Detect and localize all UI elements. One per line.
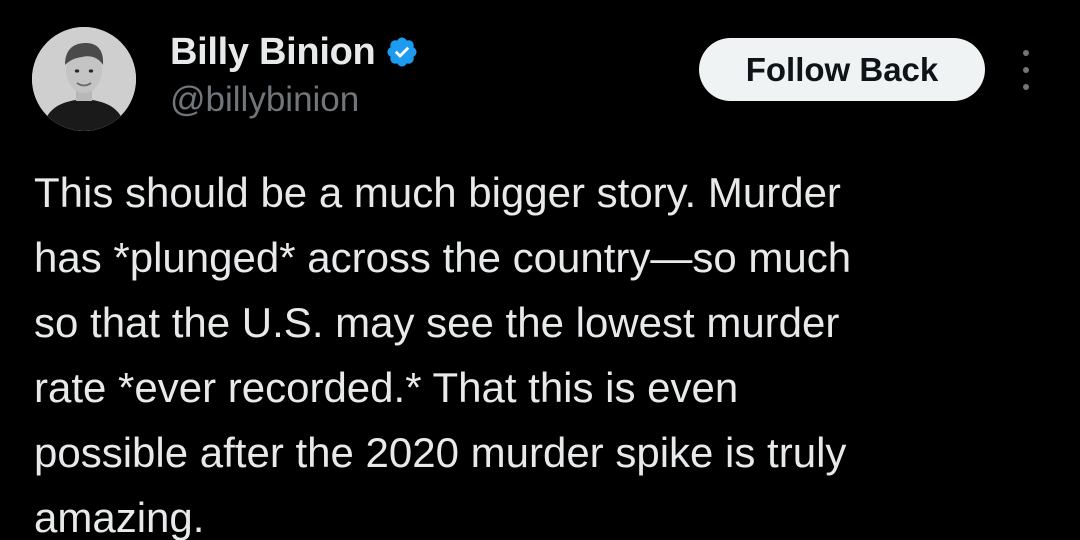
author-handle[interactable]: @billybinion xyxy=(170,80,359,120)
more-dot xyxy=(1023,50,1029,56)
tweet-text-line: amazing. xyxy=(34,494,205,540)
tweet-text-line: This should be a much bigger story. Murd… xyxy=(34,169,841,216)
author-display-name[interactable]: Billy Binion xyxy=(170,31,376,74)
verified-badge-icon xyxy=(385,35,419,69)
avatar[interactable] xyxy=(32,27,136,131)
follow-back-button[interactable]: Follow Back xyxy=(699,38,985,101)
tweet-text-line: possible after the 2020 murder spike is … xyxy=(34,429,847,476)
more-dot xyxy=(1023,67,1029,73)
avatar-photo xyxy=(32,27,136,131)
tweet-text-line: has *plunged* across the country—so much xyxy=(34,234,852,281)
tweet-text-line: so that the U.S. may see the lowest murd… xyxy=(34,299,840,346)
tweet-card: Billy Binion @billybinion Follow Back Th… xyxy=(0,0,1080,540)
author-name-row: Billy Binion xyxy=(170,30,419,74)
more-vertical-icon[interactable] xyxy=(1012,50,1040,90)
tweet-text: This should be a much bigger story. Murd… xyxy=(34,160,1054,540)
more-dot xyxy=(1023,84,1029,90)
tweet-text-line: rate *ever recorded.* That this is even xyxy=(34,364,739,411)
